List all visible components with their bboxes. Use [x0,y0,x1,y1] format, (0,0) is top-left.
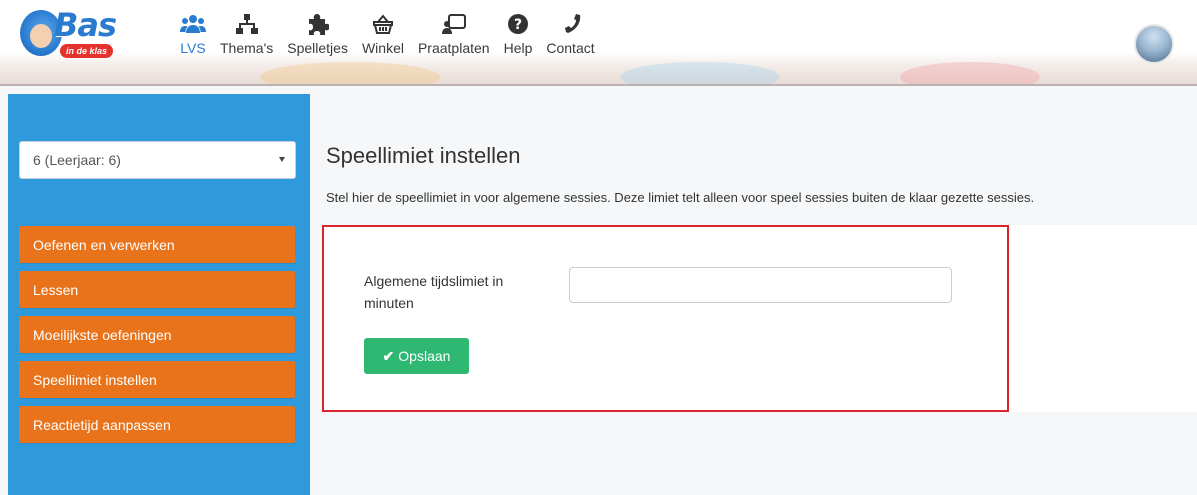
sidebar-menu: Oefenen en verwerken Lessen Moeilijkste … [19,226,295,451]
logo-brand-text: Bas [54,6,117,44]
logo-tag-text: in de klas [60,44,114,58]
nav-item-help[interactable]: ? Help [503,12,533,68]
nav-item-praatplaten[interactable]: Praatplaten [418,12,490,68]
nav-label: Spelletjes [287,40,348,56]
nav-label: LVS [180,40,206,56]
group-select[interactable]: 6 (Leerjaar: 6) [19,141,296,179]
nav-item-spelletjes[interactable]: Spelletjes [287,12,348,68]
nav-label: Help [503,40,533,56]
page-description: Stel hier de speellimiet in voor algemen… [326,190,1035,205]
nav-label: Winkel [361,40,404,56]
nav-item-themas[interactable]: Thema's [220,12,273,68]
nav-label: Contact [546,40,595,56]
sidebar-item-reactietijd-aanpassen[interactable]: Reactietijd aanpassen [19,406,295,443]
chat-board-icon [441,12,466,36]
nav-label: Praatplaten [417,40,490,56]
puzzle-icon [307,12,329,36]
sidebar: 6 (Leerjaar: 6) Oefenen en verwerken Les… [8,94,310,495]
phone-icon [560,12,582,36]
highlight-frame [322,225,1009,412]
nav-item-lvs[interactable]: LVS [180,12,206,68]
save-button[interactable]: ✔ Opslaan [364,338,469,374]
sitemap-icon [235,12,258,36]
sidebar-item-lessen[interactable]: Lessen [19,271,295,308]
group-select-value: 6 (Leerjaar: 6) [33,152,121,168]
top-header: Bas in de klas LVS Thema's Spelletjes Wi… [0,0,1197,86]
nav-item-contact[interactable]: Contact [546,12,595,68]
page-title: Speellimiet instellen [326,143,521,168]
chevron-down-icon [279,157,285,162]
sidebar-item-speellimiet-instellen[interactable]: Speellimiet instellen [19,361,295,398]
header-decoration [620,62,780,84]
main-nav: LVS Thema's Spelletjes Winkel Praatplate… [180,12,609,68]
user-avatar[interactable] [1134,24,1174,64]
time-limit-input[interactable] [569,267,952,303]
question-icon: ? [507,12,529,36]
nav-item-winkel[interactable]: Winkel [362,12,404,68]
sidebar-item-moeilijkste-oefeningen[interactable]: Moeilijkste oefeningen [19,316,295,353]
svg-text:?: ? [514,17,522,33]
users-icon [180,12,206,36]
bas-logo[interactable]: Bas in de klas [18,6,138,62]
save-button-label: Opslaan [398,348,451,364]
nav-label: Thema's [220,40,274,56]
sidebar-item-oefenen-en-verwerken[interactable]: Oefenen en verwerken [19,226,295,263]
basket-icon [372,12,394,36]
check-icon: ✔ [382,347,395,364]
time-limit-label: Algemene tijdslimiet in minuten [364,273,504,311]
header-decoration [900,62,1040,84]
